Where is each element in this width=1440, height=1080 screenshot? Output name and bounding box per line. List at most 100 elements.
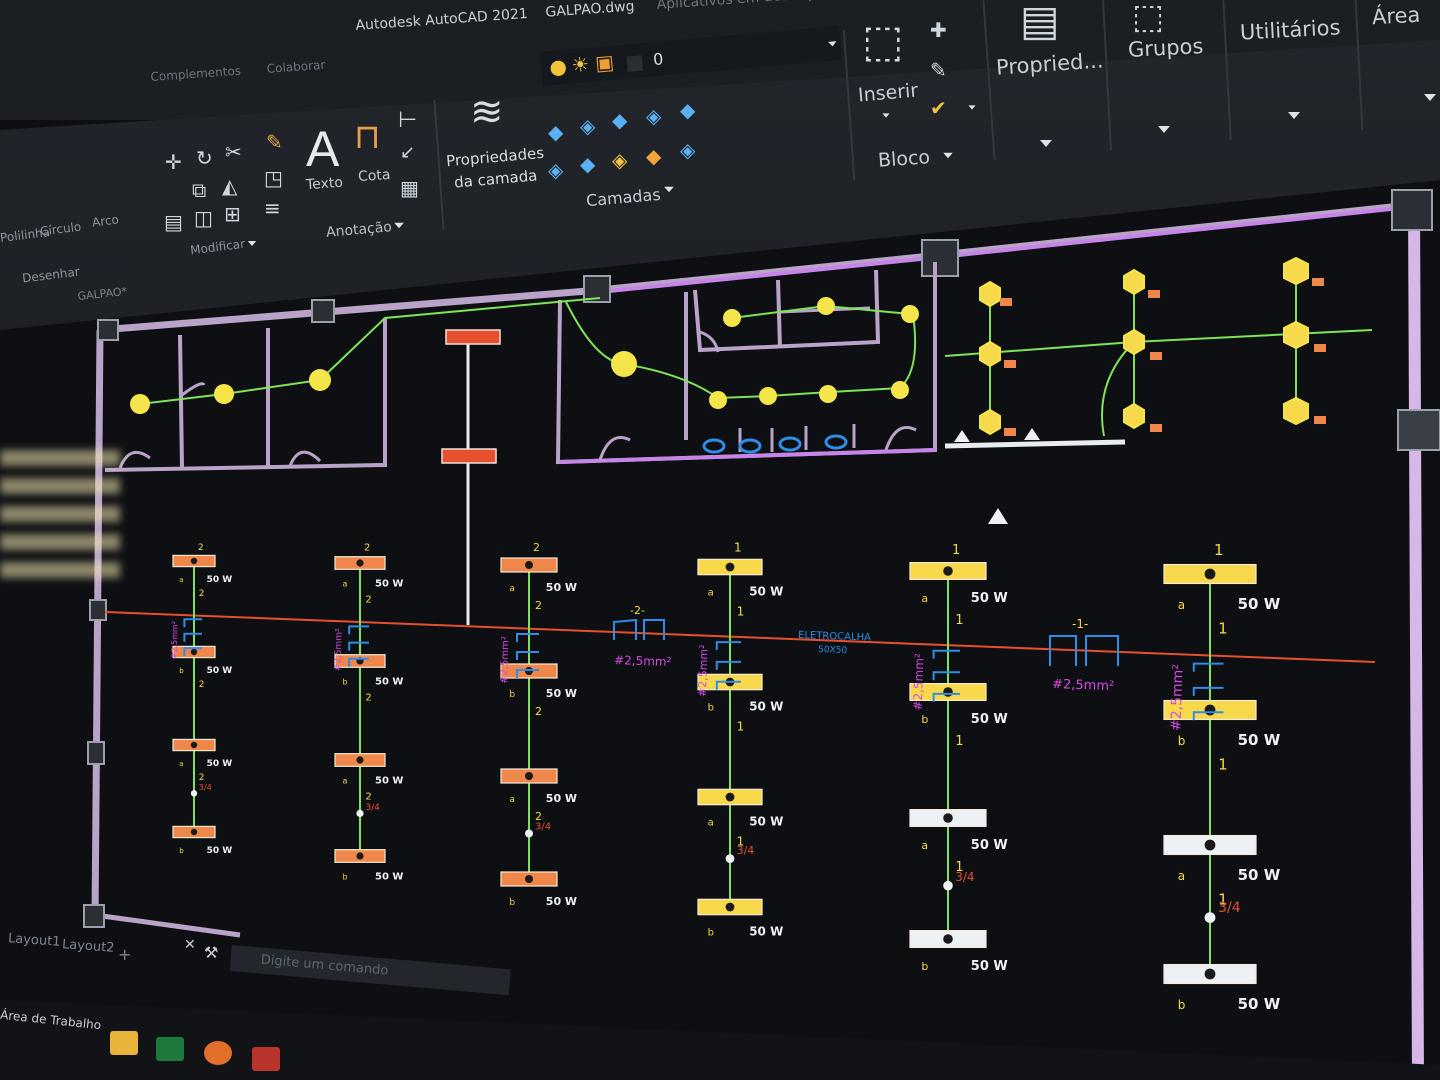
- toilet-icon: [738, 438, 762, 454]
- cable-tray-size: 50X50: [818, 645, 848, 656]
- column: [921, 239, 959, 277]
- door-swing: [181, 382, 206, 397]
- column: [83, 904, 105, 928]
- fixture-center: [356, 756, 364, 764]
- close-icon[interactable]: ✕: [184, 937, 196, 953]
- cable-label: #2,5mm²: [614, 653, 672, 669]
- column: [87, 741, 105, 765]
- excel-icon[interactable]: [156, 1037, 184, 1061]
- taskbar-desktop-label[interactable]: Área de Trabalho: [0, 1008, 102, 1033]
- lamp: [309, 369, 331, 391]
- fixture-circuit-letter: b: [921, 960, 928, 973]
- switch-label: 3/4: [1218, 900, 1241, 916]
- fixture-circuit-number: 1: [1218, 755, 1228, 773]
- hex-lamp: [979, 340, 1001, 368]
- fixture-power-label: 50 W: [375, 871, 403, 882]
- fixture-power-label: 50 W: [375, 676, 403, 687]
- hex-lamp: [1283, 256, 1309, 286]
- fixture-circuit-number: 1: [737, 604, 745, 618]
- drawing-canvas[interactable]: GALPAO* ELETROCALHA 50X50 -2- #2,5mm² -1…: [0, 0, 1440, 1080]
- file-tab[interactable]: GALPAO*: [77, 285, 128, 303]
- fixture-circuit-letter: b: [343, 872, 348, 881]
- layout-tab-1[interactable]: Layout1: [8, 931, 61, 950]
- fixture-power-label: 50 W: [1238, 595, 1281, 613]
- outer-wall-right: [1408, 204, 1424, 1080]
- fixture-center: [190, 741, 198, 749]
- fixture-circuit-number: 2: [533, 541, 540, 554]
- switch-label: 3/4: [737, 844, 755, 857]
- add-layout-icon[interactable]: +: [118, 945, 131, 964]
- fixture-circuit-number: 1: [1218, 619, 1228, 637]
- fixture-power-label: 50 W: [749, 815, 783, 829]
- fixture-center: [1204, 704, 1216, 716]
- outlet: [1000, 298, 1012, 306]
- fixture-center: [190, 557, 198, 565]
- office-wall: [178, 334, 184, 469]
- fixture-power-label: 50 W: [546, 581, 577, 594]
- vertical-cable-label: #2,5mm²: [169, 621, 179, 660]
- fixture-center: [1204, 568, 1216, 580]
- lamp: [709, 391, 727, 409]
- wrench-icon[interactable]: ⚒: [204, 943, 218, 962]
- fixture-circuit-letter: a: [343, 579, 348, 588]
- circuit-mark: -1-: [1072, 617, 1088, 631]
- door-swing: [598, 436, 631, 461]
- fixture-circuit-letter: a: [921, 592, 928, 605]
- fixture-circuit-letter: a: [343, 776, 348, 785]
- fixture-center: [356, 852, 364, 860]
- office-wall: [104, 318, 387, 472]
- fixture-circuit-number: 2: [365, 595, 371, 606]
- fixture-circuit-letter: b: [343, 677, 348, 686]
- fixture-center: [1204, 839, 1216, 851]
- toilet-icon: [778, 436, 802, 452]
- toilet-icon: [824, 434, 848, 450]
- fixture-circuit-number: 2: [199, 589, 205, 599]
- point-marker: [988, 508, 1008, 524]
- layout-tab-2[interactable]: Layout2: [62, 937, 115, 956]
- app-icon[interactable]: [252, 1047, 280, 1071]
- fixture-center: [1204, 968, 1216, 980]
- cable-tick: [715, 660, 741, 670]
- door-swing: [884, 426, 917, 451]
- door-swing: [288, 450, 322, 467]
- circuit-mark: -2-: [630, 604, 645, 617]
- fixture-circuit-letter: b: [179, 667, 184, 675]
- switch-marker: [525, 829, 533, 838]
- column: [89, 599, 107, 621]
- fixture-circuit-letter: a: [179, 760, 183, 768]
- vertical-cable-label: #2,5mm²: [333, 628, 345, 672]
- vertical-cable-label: #2,5mm²: [499, 636, 512, 684]
- fixture-circuit-letter: b: [708, 703, 714, 714]
- column: [97, 319, 119, 341]
- fixture-center: [725, 902, 735, 912]
- fixture-circuit-letter: a: [509, 795, 515, 805]
- lamp: [611, 351, 637, 377]
- fixture-circuit-number: 1: [955, 613, 963, 628]
- fixture-center: [190, 828, 198, 836]
- cable-tick: [932, 649, 960, 659]
- cable-tick: [1192, 662, 1224, 672]
- switch-label: 3/4: [199, 783, 212, 792]
- fixture-power-label: 50 W: [971, 959, 1008, 974]
- column: [1391, 189, 1433, 231]
- file-explorer-icon[interactable]: [110, 1031, 138, 1055]
- switch-label: 3/4: [365, 803, 380, 813]
- lamp: [817, 297, 835, 315]
- lamp-group: [979, 256, 1309, 436]
- fixture-power-label: 50 W: [207, 666, 233, 676]
- cable-tray: [104, 611, 1376, 663]
- fixture-circuit-letter: b: [509, 690, 515, 700]
- outlet: [1150, 352, 1162, 360]
- autocad-screen: Autodesk AutoCAD 2021 GALPAO.dwg Aplicat…: [0, 0, 1440, 1080]
- hex-lamp: [1123, 328, 1145, 356]
- fixture-power-label: 50 W: [749, 700, 783, 714]
- fixture-circuit-letter: a: [179, 576, 183, 584]
- fixture-circuit-letter: b: [1178, 734, 1186, 748]
- fixture-circuit-letter: a: [1178, 598, 1185, 612]
- fixture-power-label: 50 W: [749, 925, 783, 939]
- room-wall: [776, 279, 782, 349]
- fixture-power-label: 50 W: [207, 846, 233, 856]
- lamp: [819, 385, 837, 403]
- fixture-circuit-letter: b: [1178, 998, 1186, 1012]
- firefox-icon[interactable]: [204, 1041, 232, 1065]
